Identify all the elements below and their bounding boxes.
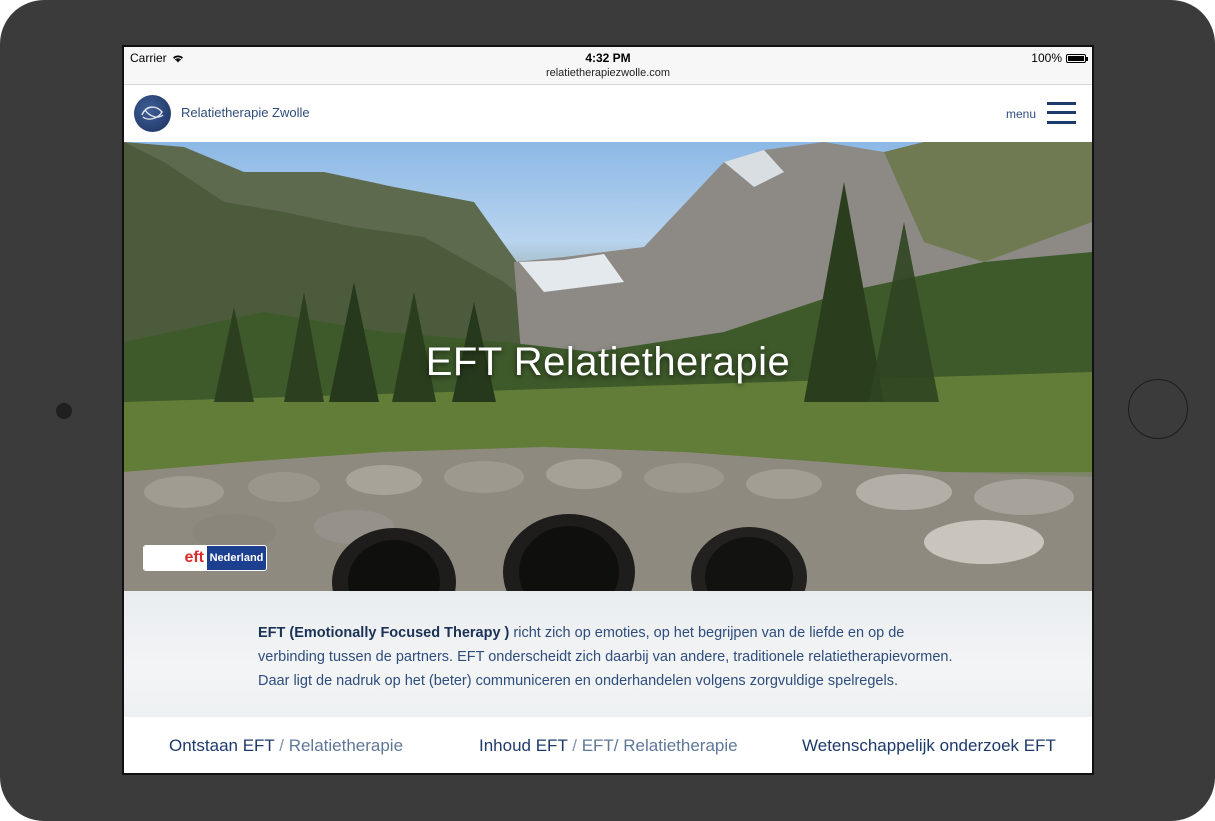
hero-title: EFT Relatietherapie [425,340,791,384]
hamburger-menu-icon[interactable] [1047,102,1076,124]
camera-dot [56,403,72,419]
brand-name[interactable]: Relatietherapie Zwolle [181,105,310,120]
link-ontstaan-eft[interactable]: Ontstaan EFT / Relatietherapie [169,736,403,756]
status-time: 4:32 PM [585,51,631,65]
battery-indicator: 100% [1031,51,1088,65]
badge-country: Nederland [209,552,264,564]
home-button[interactable] [1128,379,1188,439]
link-main-text: Wetenschappelijk onderzoek EFT [802,736,1056,755]
link-separator: / [567,736,582,755]
link-separator: / [274,736,289,755]
link-main-text: Ontstaan EFT [169,736,275,755]
site-logo[interactable] [134,95,171,132]
menu-label[interactable]: menu [1006,107,1036,121]
site-header: Relatietherapie Zwolle menu [124,86,1092,142]
intro-paragraph: EFT (Emotionally Focused Therapy ) richt… [258,621,958,693]
screen: Carrier 4:32 PM relatietherapiezwolle.co… [124,47,1092,773]
link-sub-text: EFT/ Relatietherapie [581,736,738,755]
eft-logo: eft [144,546,207,570]
intro-section: EFT (Emotionally Focused Therapy ) richt… [124,591,1092,717]
link-main-text: Inhoud EFT [479,736,568,755]
knot-icon [141,106,164,120]
topic-links: Ontstaan EFT / Relatietherapie Inhoud EF… [124,717,1092,773]
status-bar: Carrier 4:32 PM relatietherapiezwolle.co… [124,47,1092,85]
tablet-frame: Carrier 4:32 PM relatietherapiezwolle.co… [0,0,1215,821]
address-bar[interactable]: relatietherapiezwolle.com [124,67,1092,79]
eft-logo-text: eft [184,549,204,566]
eft-nederland-badge[interactable]: eft Nederland [143,545,267,571]
intro-bold-term: EFT (Emotionally Focused Therapy ) [258,625,510,641]
battery-percent: 100% [1031,51,1062,65]
battery-icon [1066,53,1088,63]
link-sub-text: Relatietherapie [288,736,404,755]
hero-banner: EFT Relatietherapie eft Nederland [124,142,1092,591]
link-inhoud-eft[interactable]: Inhoud EFT / EFT/ Relatietherapie [479,736,738,756]
link-wetenschappelijk-onderzoek[interactable]: Wetenschappelijk onderzoek EFT [802,736,1056,756]
